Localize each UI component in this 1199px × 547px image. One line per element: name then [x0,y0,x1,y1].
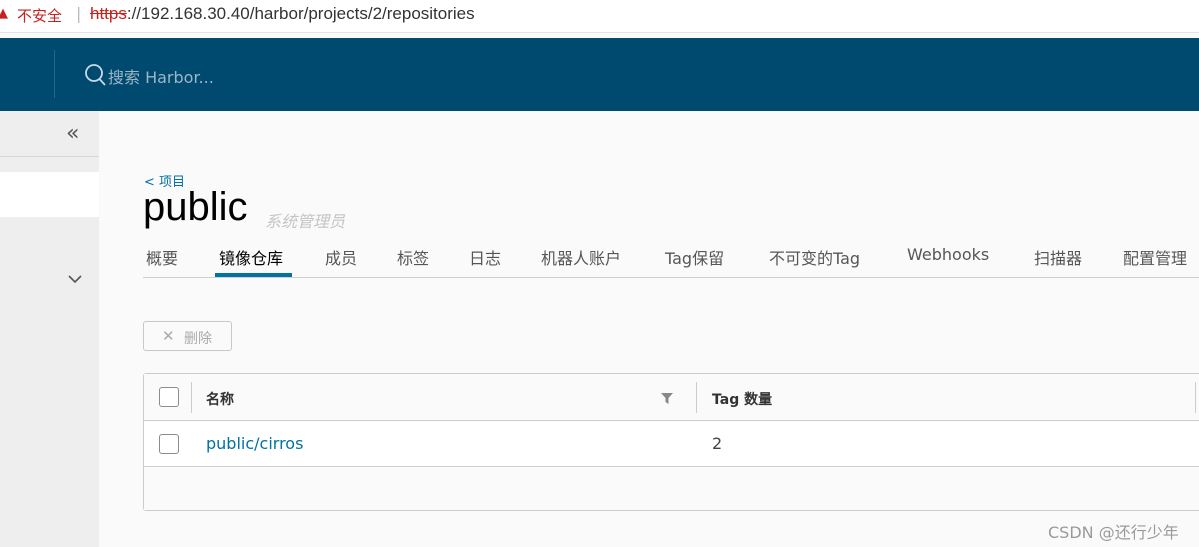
tab-configuration[interactable]: 配置管理 [1123,245,1187,269]
side-nav-item-active[interactable] [0,172,99,217]
active-tab-indicator [215,273,292,277]
tab-scanners[interactable]: 扫描器 [1034,245,1082,269]
repository-name-link[interactable]: public/cirros [206,434,303,453]
repositories-table: 名称 Tag 数量 public/cirros 2 [143,373,1199,511]
project-tabs: 概要 镜像仓库 成员 标签 日志 机器人账户 Tag保留 不可变的Tag Web… [143,242,1199,278]
column-header-tag-count[interactable]: Tag 数量 [712,389,772,409]
delete-button-label: 删除 [184,331,212,347]
tab-robot-accounts[interactable]: 机器人账户 [541,245,621,269]
table-footer [144,468,1199,510]
insecure-label: 不安全 [17,7,63,25]
browser-address-bar[interactable]: ▲ 不安全 | https://192.168.30.40/harbor/pro… [0,0,1199,33]
url-scheme: https [90,4,127,23]
url-text[interactable]: https://192.168.30.40/harbor/projects/2/… [90,4,475,24]
side-nav: « [0,111,99,547]
chevron-down-icon[interactable] [67,273,83,285]
tab-immutable-tags[interactable]: 不可变的Tag [769,245,860,269]
watermark: CSDN @还行少年 [1048,523,1179,542]
table-header: 名称 Tag 数量 [144,374,1199,421]
search-input[interactable]: 搜索 Harbor... [108,64,214,88]
tab-labels[interactable]: 标签 [397,245,429,269]
page-title: public [143,185,248,229]
table-row: public/cirros 2 [144,421,1199,467]
tab-logs[interactable]: 日志 [469,245,501,269]
header-divider [54,50,55,98]
tab-tag-retention[interactable]: Tag保留 [665,245,724,269]
collapse-icon[interactable]: « [66,121,79,146]
column-header-name[interactable]: 名称 [206,389,234,409]
row-checkbox[interactable] [159,434,179,454]
filter-icon[interactable] [661,393,673,404]
tag-count-value: 2 [712,434,723,453]
warning-icon: ▲ [0,6,8,21]
address-separator: | [76,4,82,23]
column-separator [191,382,192,413]
search-icon[interactable] [84,63,106,87]
select-all-checkbox[interactable] [159,387,179,407]
tab-summary[interactable]: 概要 [146,245,178,269]
tab-webhooks[interactable]: Webhooks [907,245,989,264]
url-path: ://192.168.30.40/harbor/projects/2/repos… [126,4,475,23]
delete-button[interactable]: ✕ 删除 [143,321,232,351]
tab-members[interactable]: 成员 [325,245,357,269]
close-icon: ✕ [162,327,175,345]
role-label: 系统管理员 [265,212,346,231]
app-header: 搜索 Harbor... [0,38,1199,111]
column-separator [696,382,697,413]
tab-repositories[interactable]: 镜像仓库 [219,245,283,269]
column-separator [1195,382,1196,413]
side-nav-divider [0,156,99,157]
